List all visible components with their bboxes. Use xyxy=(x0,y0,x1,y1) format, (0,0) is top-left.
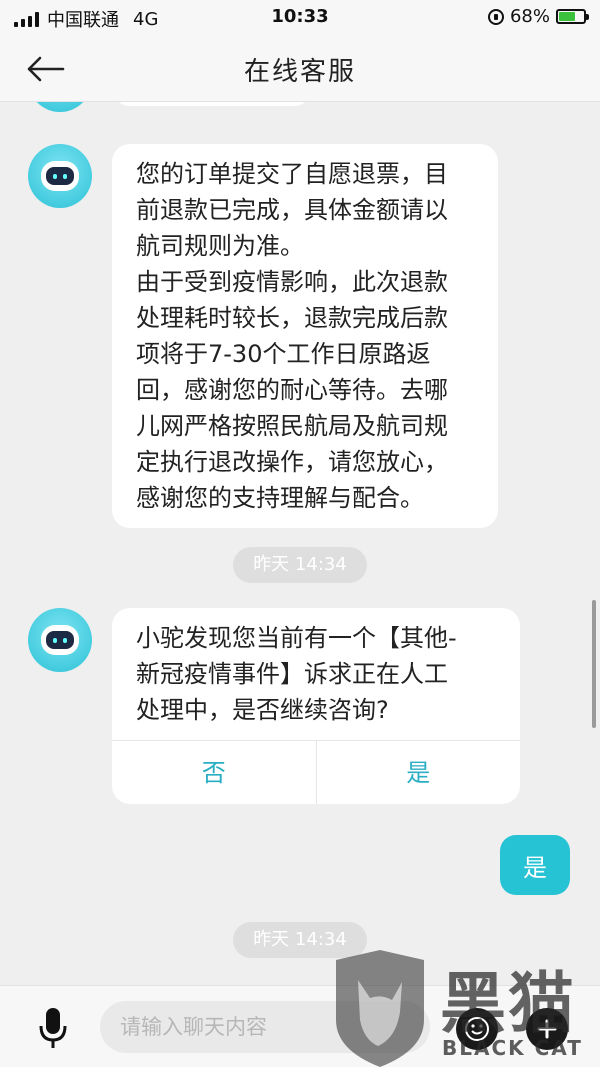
page-title: 在线客服 xyxy=(243,57,356,87)
bot-message-text: 您的订单提交了自愿退票，目 前退款已完成，具体金额请以 航司规则为准。 由于受到… xyxy=(136,160,448,512)
rotation-lock-icon xyxy=(487,8,504,25)
chat-area[interactable]: 您的订单提交了自愿退票，目 前退款已完成，具体金额请以 航司规则为准。 由于受到… xyxy=(0,102,600,985)
bot-message: 您的订单提交了自愿退票，目 前退款已完成，具体金额请以 航司规则为准。 由于受到… xyxy=(112,144,498,528)
message-input[interactable] xyxy=(100,1001,430,1053)
battery-percent: 68% xyxy=(509,6,550,27)
robot-avatar-icon xyxy=(41,625,79,655)
battery-fill xyxy=(559,12,576,21)
choice-row: 否 是 xyxy=(112,740,520,804)
timestamp-pill: 昨天 14:34 xyxy=(233,547,367,583)
message-bubble-partial xyxy=(112,102,312,106)
battery-icon xyxy=(556,9,589,24)
timestamp-pill: 昨天 14:34 xyxy=(233,922,367,958)
chat-header: 在线客服 xyxy=(0,36,600,102)
bot-question-card: 小驼发现您当前有一个【其他- 新冠疫情事件】诉求正在人工 处理中，是否继续咨询?… xyxy=(112,608,520,804)
status-bar: 中国联通 4G 10:33 68% xyxy=(0,0,600,36)
microphone-icon[interactable] xyxy=(36,1006,70,1050)
plus-button[interactable] xyxy=(526,1008,568,1050)
bot-avatar xyxy=(28,608,92,672)
input-bar xyxy=(0,985,600,1067)
bot-avatar xyxy=(28,102,92,112)
chat-scrollbar[interactable] xyxy=(592,600,596,728)
emoji-button[interactable] xyxy=(456,1008,498,1050)
choice-no-button[interactable]: 否 xyxy=(112,741,316,804)
emoji-icon xyxy=(465,1017,489,1041)
bot-question-text: 小驼发现您当前有一个【其他- 新冠疫情事件】诉求正在人工 处理中，是否继续咨询? xyxy=(136,624,457,724)
plus-icon xyxy=(537,1019,557,1039)
status-right: 68% xyxy=(487,6,589,27)
bot-avatar xyxy=(28,144,92,208)
user-message: 是 xyxy=(500,835,570,895)
choice-yes-button[interactable]: 是 xyxy=(315,741,521,804)
robot-avatar-icon xyxy=(41,161,79,191)
